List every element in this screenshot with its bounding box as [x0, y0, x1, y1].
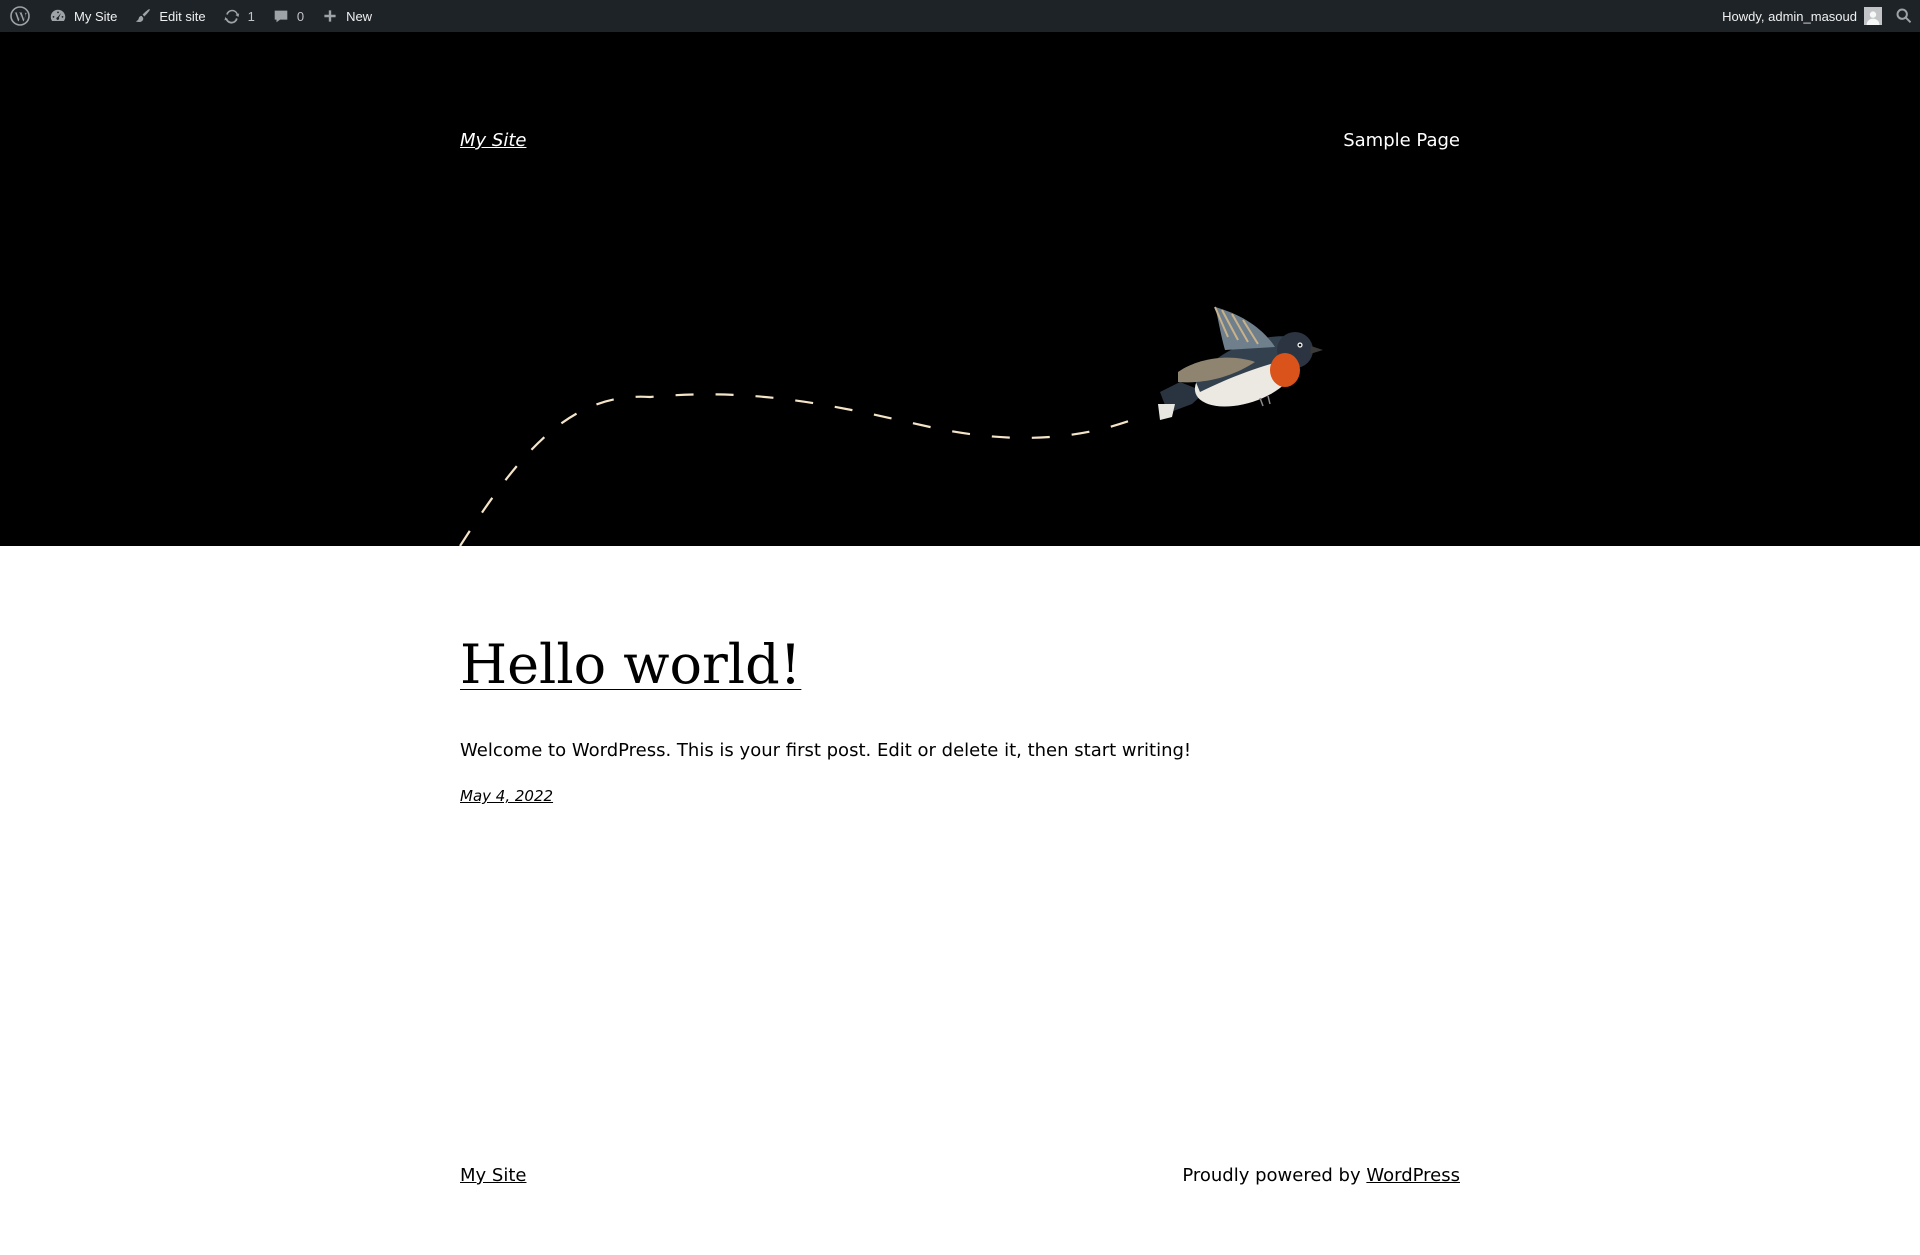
admin-bar: My Site Edit site 1 0 New Howdy, admin_m… — [0, 0, 1920, 32]
admin-bar-left: My Site Edit site 1 0 New — [0, 0, 380, 32]
footer-credit: Proudly powered by WordPress — [1182, 1165, 1460, 1186]
flight-path — [459, 393, 1141, 546]
footer-site-title-link[interactable]: My Site — [460, 1165, 526, 1186]
wordpress-link[interactable]: WordPress — [1366, 1165, 1460, 1186]
site-header: My Site Sample Page — [0, 32, 1920, 546]
admin-bar-updates[interactable]: 1 — [214, 0, 263, 32]
post-excerpt: Welcome to WordPress. This is your first… — [460, 740, 1192, 761]
updates-icon — [222, 6, 242, 26]
bird-icon — [1158, 306, 1323, 420]
post-title-link[interactable]: Hello world! — [460, 630, 801, 700]
search-icon — [1894, 6, 1914, 26]
comments-count: 0 — [296, 8, 305, 24]
footer-credit-text: Proudly powered by — [1182, 1165, 1367, 1186]
admin-bar-account[interactable]: Howdy, admin_masoud — [1714, 0, 1890, 32]
wordpress-logo-icon — [10, 6, 30, 26]
updates-count: 1 — [247, 8, 255, 24]
howdy-label: Howdy, admin_masoud — [1722, 8, 1857, 24]
admin-bar-new-label: New — [346, 8, 373, 24]
admin-bar-right: Howdy, admin_masoud — [1714, 0, 1920, 32]
admin-bar-new[interactable]: New — [312, 0, 380, 32]
admin-bar-edit-site-label: Edit site — [159, 8, 206, 24]
admin-bar-search[interactable] — [1890, 0, 1920, 32]
comment-icon — [271, 6, 291, 26]
wordpress-menu[interactable] — [0, 0, 40, 32]
dashboard-icon — [48, 6, 68, 26]
post-date-link[interactable]: May 4, 2022 — [460, 787, 553, 805]
admin-bar-edit-site[interactable]: Edit site — [125, 0, 213, 32]
admin-bar-comments[interactable]: 0 — [263, 0, 312, 32]
header-illustration — [459, 306, 1323, 546]
plus-icon — [320, 6, 340, 26]
admin-bar-site-name-label: My Site — [74, 8, 118, 24]
avatar — [1864, 7, 1882, 25]
admin-bar-site-name[interactable]: My Site — [40, 0, 125, 32]
brush-icon — [133, 6, 153, 26]
